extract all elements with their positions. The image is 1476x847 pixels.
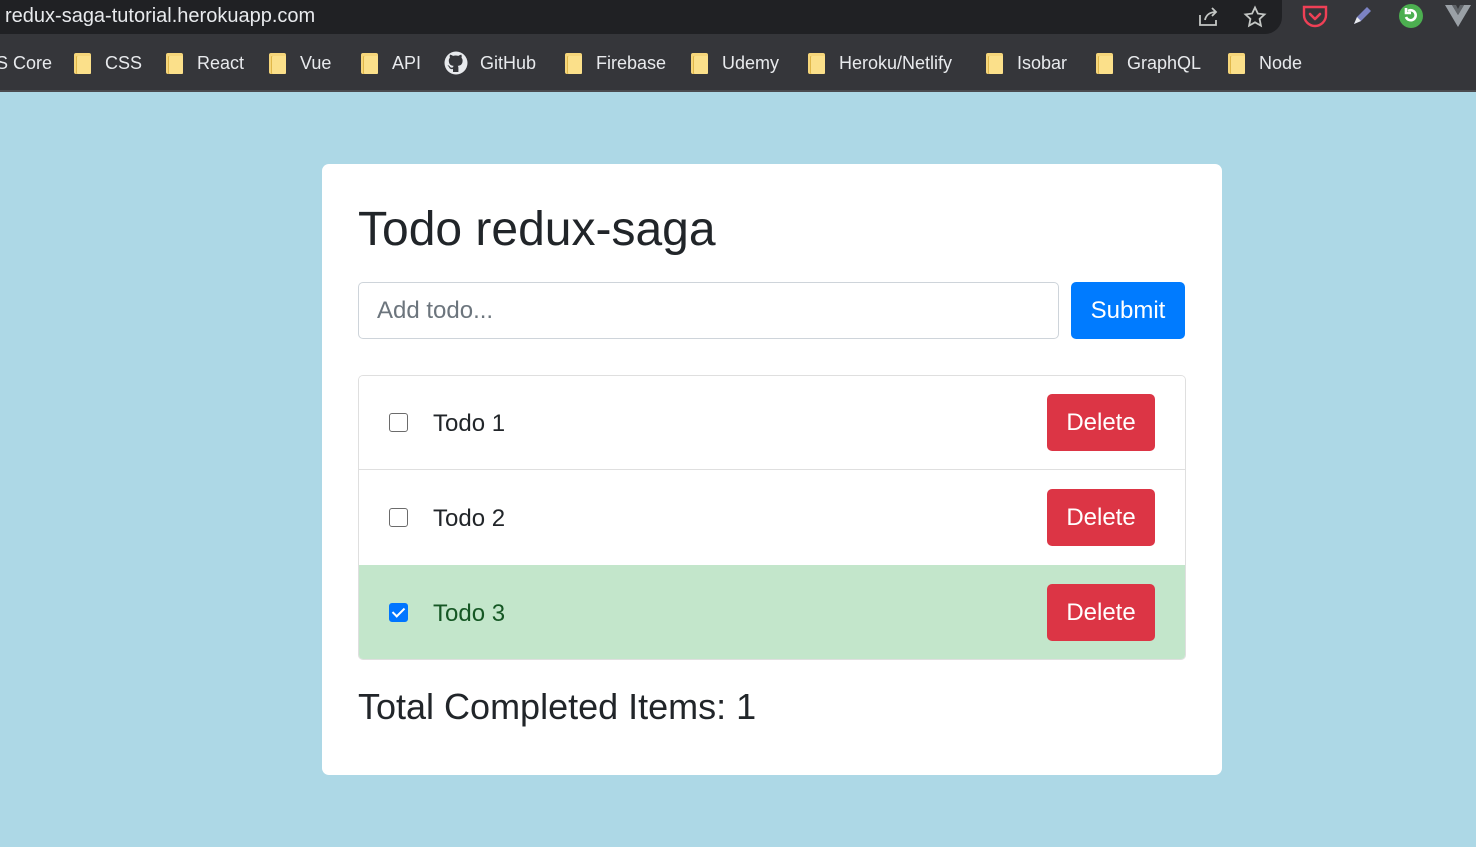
bookmark-isobar[interactable]: Isobar [986, 44, 1067, 82]
bookmark-label: Vue [300, 53, 332, 73]
bookmark-label: React [197, 53, 245, 73]
todo-checkbox[interactable] [389, 413, 408, 432]
bookmark-label: GraphQL [1127, 53, 1202, 73]
vue-devtools-icon[interactable] [1444, 2, 1472, 30]
folder-icon [986, 52, 1003, 74]
todo-text: Todo 3 [433, 600, 506, 627]
bookmark-label: Node [1259, 53, 1303, 73]
star-icon[interactable] [1242, 4, 1268, 30]
folder-icon [808, 52, 825, 74]
todo-item: Todo 2 Delete [359, 471, 1185, 565]
chrome-divider [0, 90, 1476, 92]
bookmark-heroku-netlify[interactable]: Heroku/Netlify [808, 44, 952, 82]
page-title: Todo redux-saga [358, 203, 716, 256]
folder-icon [1096, 52, 1113, 74]
pen-icon[interactable] [1348, 2, 1376, 30]
refresh-extension-icon[interactable] [1397, 2, 1425, 30]
submit-button[interactable]: Submit [1071, 282, 1185, 339]
bookmark-node[interactable]: Node [1228, 44, 1302, 82]
bookmark-css[interactable]: CSS [74, 44, 142, 82]
bookmark-label: GitHub [480, 53, 537, 73]
todo-item-completed: Todo 3 Delete [359, 565, 1185, 659]
todo-checkbox[interactable] [389, 508, 408, 527]
bookmark-udemy[interactable]: Udemy [691, 44, 779, 82]
github-icon [444, 51, 468, 75]
share-icon[interactable] [1195, 4, 1221, 30]
delete-button[interactable]: Delete [1047, 489, 1155, 546]
delete-button[interactable]: Delete [1047, 394, 1155, 451]
folder-icon [74, 52, 91, 74]
folder-icon [565, 52, 582, 74]
bookmarks-bar: S Core CSS React Vue API GitHub Firebase… [0, 44, 1476, 82]
add-todo-input[interactable] [358, 282, 1059, 339]
url-text[interactable]: redux-saga-tutorial.herokuapp.com [5, 5, 315, 27]
folder-icon [166, 52, 183, 74]
delete-button[interactable]: Delete [1047, 584, 1155, 641]
bookmark-label: CSS [105, 53, 143, 73]
bookmark-core[interactable]: S Core [0, 44, 52, 82]
bookmark-github[interactable]: GitHub [444, 44, 536, 82]
browser-chrome: redux-saga-tutorial.herokuapp.com S Core… [0, 0, 1476, 92]
folder-icon [361, 52, 378, 74]
todo-item: Todo 1 Delete [359, 376, 1185, 470]
bookmark-label: Udemy [722, 53, 780, 73]
todo-checkbox-checked[interactable] [389, 603, 408, 622]
total-completed: Total Completed Items: 1 [358, 686, 757, 727]
todo-list: Todo 1 Delete Todo 2 Delete Todo 3 Delet… [358, 375, 1186, 660]
bookmark-label: Heroku/Netlify [839, 53, 953, 73]
bookmark-label: API [392, 53, 422, 73]
bookmark-react[interactable]: React [166, 44, 244, 82]
pocket-icon[interactable] [1301, 2, 1329, 30]
bookmark-label: Firebase [596, 53, 667, 73]
folder-icon [269, 52, 286, 74]
address-bar[interactable]: redux-saga-tutorial.herokuapp.com [0, 0, 1282, 34]
todo-card: Todo redux-saga Submit Todo 1 Delete Tod… [322, 164, 1222, 775]
bookmark-firebase[interactable]: Firebase [565, 44, 666, 82]
bookmark-vue[interactable]: Vue [269, 44, 331, 82]
todo-text: Todo 2 [433, 505, 506, 532]
folder-icon [691, 52, 708, 74]
bookmark-graphql[interactable]: GraphQL [1096, 44, 1201, 82]
folder-icon [1228, 52, 1245, 74]
bookmark-api[interactable]: API [361, 44, 421, 82]
bookmark-label: S Core [0, 53, 53, 73]
todo-text: Todo 1 [433, 410, 506, 437]
bookmark-label: Isobar [1017, 53, 1068, 73]
